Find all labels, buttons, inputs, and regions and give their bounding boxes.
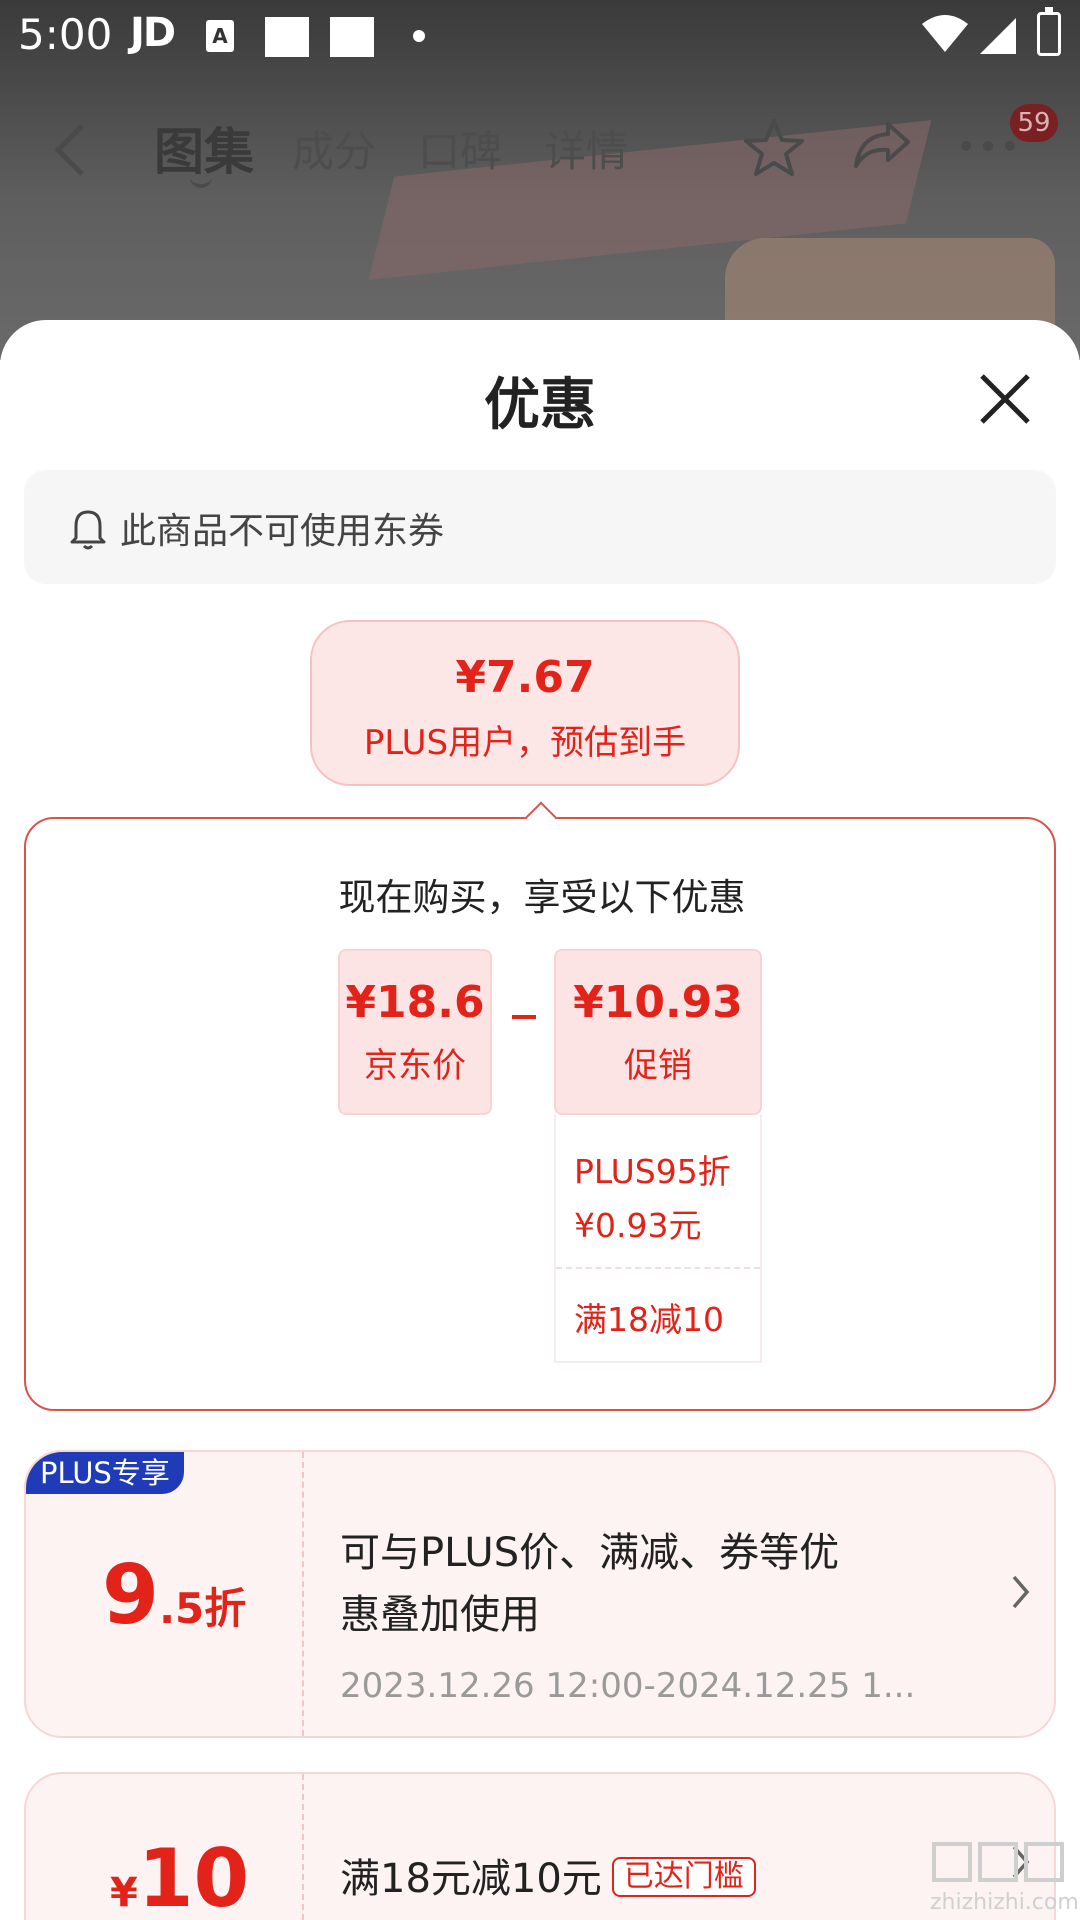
coupon-amount-value: 10 <box>137 1832 250 1920</box>
tab-gallery[interactable]: 图集 <box>154 112 254 184</box>
coupon-description: 可与PLUS价、满减、券等优 惠叠加使用 <box>340 1522 839 1646</box>
font-notification-icon: A <box>206 20 234 52</box>
jd-notification-icon: JD <box>130 10 176 56</box>
breakdown-heading: 现在购买，享受以下优惠 <box>338 876 746 919</box>
close-icon[interactable] <box>970 364 1040 434</box>
image-notification-icon <box>330 17 374 57</box>
wifi-icon <box>922 15 968 52</box>
coupon-description-line1: 可与PLUS价、满减、券等优 <box>340 1530 840 1576</box>
jd-price-box: ¥18.6 京东价 <box>338 949 492 1115</box>
promo-price-box: ¥10.93 促销 <box>554 949 762 1115</box>
discount-bottom-sheet: 优惠 此商品不可使用东券 ¥7.67 PLUS用户，预估到手 现在购买，享受以下… <box>0 320 1080 1920</box>
plus-exclusive-tag: PLUS专享 <box>26 1452 184 1494</box>
coupon-validity: 2023.12.26 12:00-2024.12.25 1... <box>340 1666 916 1706</box>
message-count-badge: 59 <box>1010 104 1058 142</box>
product-page-background: 5:00 JD A 图集 成分 口碑 详情 59 <box>0 0 1080 360</box>
coupon-discount-minor: .5折 <box>159 1584 247 1633</box>
price-breakdown-box: 现在购买，享受以下优惠 ¥18.6 京东价 ¥10.93 促销 PLUS95折 … <box>24 801 1056 1411</box>
status-bar: 5:00 JD A <box>0 0 1080 72</box>
promo-item-plus-label: PLUS95折 <box>574 1152 731 1191</box>
active-tab-indicator <box>190 176 212 188</box>
tab-ingredients[interactable]: 成分 <box>292 118 376 179</box>
watermark-text: zhizhizhi.com <box>930 1890 1079 1915</box>
promo-price-label: 促销 <box>624 1046 692 1086</box>
coupon-currency: ¥ <box>110 1870 138 1916</box>
sheet-title: 优惠 <box>484 373 596 438</box>
coupon-divider <box>302 1452 304 1736</box>
minus-sign <box>512 1015 536 1019</box>
chevron-right-icon[interactable] <box>1011 1574 1031 1610</box>
coupon-condition-text: 满18元减10元 <box>340 1856 602 1902</box>
coupon-notice: 此商品不可使用东券 <box>24 470 1056 584</box>
plus-discount-coupon[interactable]: PLUS专享 9.5折 可与PLUS价、满减、券等优 惠叠加使用 2023.12… <box>24 1450 1056 1738</box>
product-nav-bar: 图集 成分 口碑 详情 59 <box>0 100 1080 200</box>
coupon-amount: ¥10 <box>110 1832 249 1920</box>
estimated-price-box: ¥7.67 PLUS用户，预估到手 <box>310 620 740 786</box>
promo-item-plus-amount: ¥0.93元 <box>574 1206 702 1245</box>
promo-item-full-reduction: 满18减10 <box>574 1300 724 1339</box>
estimated-price: ¥7.67 <box>455 652 595 703</box>
promo-breakdown-list: PLUS95折 ¥0.93元 满18减10 <box>554 1115 762 1363</box>
more-notifications-dot-icon <box>413 30 425 42</box>
coupon-discount-major: 9 <box>102 1548 160 1643</box>
cell-signal-icon <box>980 18 1016 54</box>
image-notification-icon <box>265 17 309 57</box>
back-icon[interactable] <box>50 122 90 178</box>
promo-price-value: ¥10.93 <box>573 977 743 1028</box>
coupon-discount-amount: 9.5折 <box>102 1548 246 1643</box>
tab-reviews[interactable]: 口碑 <box>418 118 502 179</box>
tab-details[interactable]: 详情 <box>544 118 628 179</box>
coupon-description-line2: 惠叠加使用 <box>340 1592 540 1638</box>
jd-price-value: ¥18.6 <box>345 977 485 1028</box>
star-favorite-icon[interactable] <box>742 116 806 180</box>
pointer-notch <box>525 801 557 833</box>
battery-icon <box>1037 7 1061 56</box>
full-reduction-coupon[interactable]: ¥10 满18元减10元 已达门槛 <box>24 1772 1056 1920</box>
more-options-icon[interactable] <box>958 138 1018 154</box>
coupon-divider <box>302 1774 304 1920</box>
watermark-logo <box>932 1842 1064 1882</box>
promo-item-plus: PLUS95折 ¥0.93元 <box>556 1115 760 1269</box>
estimated-price-label: PLUS用户，预估到手 <box>363 723 687 763</box>
notice-text: 此商品不可使用东券 <box>120 511 445 552</box>
coupon-condition: 满18元减10元 已达门槛 <box>340 1848 756 1910</box>
threshold-reached-badge: 已达门槛 <box>611 1857 756 1897</box>
share-icon[interactable] <box>852 116 912 172</box>
status-time: 5:00 <box>18 10 113 59</box>
bell-icon <box>70 510 106 550</box>
jd-price-label: 京东价 <box>364 1046 466 1086</box>
